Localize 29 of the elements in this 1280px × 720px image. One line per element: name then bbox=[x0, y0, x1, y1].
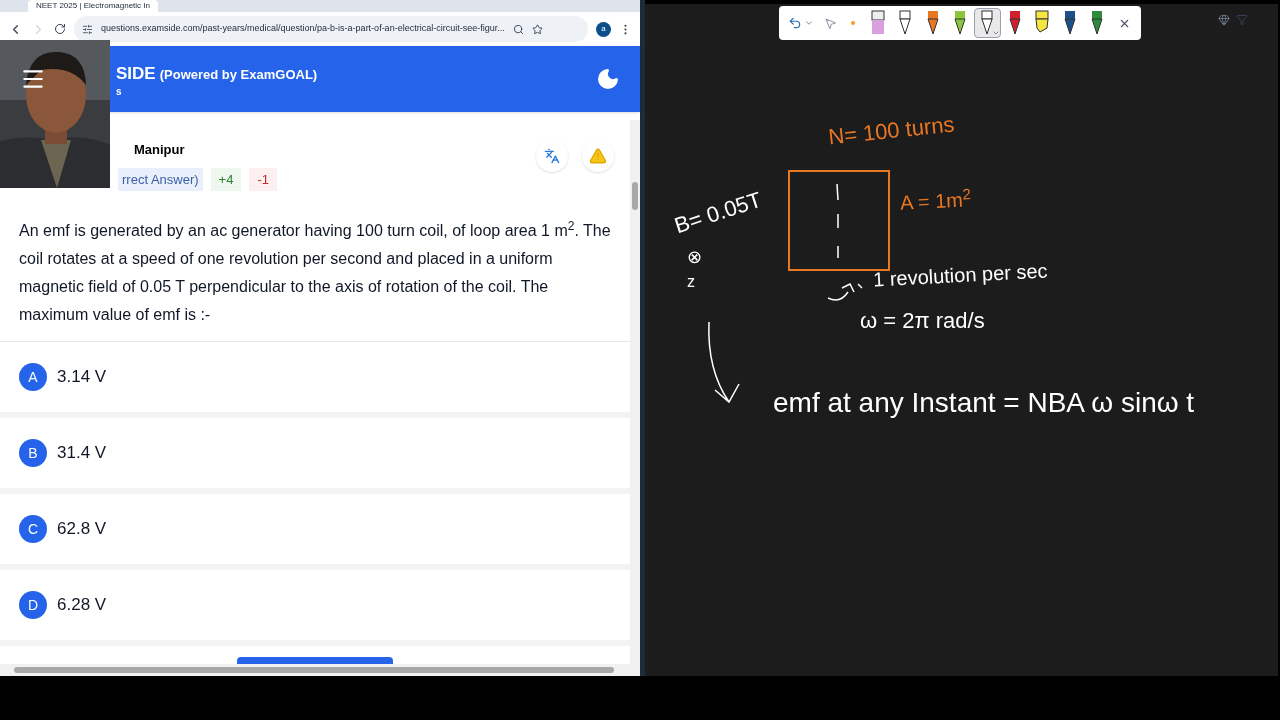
brand-tagline: (Powered by ExamGOAL) bbox=[159, 66, 318, 85]
brand-name: SIDE bbox=[116, 63, 156, 86]
profile-avatar[interactable]: a bbox=[596, 21, 611, 37]
exam-title: Manipur bbox=[134, 141, 186, 159]
option-text: 31.4 V bbox=[57, 442, 107, 465]
handwritten-note: ⊗ bbox=[687, 246, 702, 269]
option-text: 3.14 V bbox=[57, 366, 107, 389]
handwritten-note: z bbox=[687, 272, 695, 292]
handwritten-note: 1 revolution per sec bbox=[872, 258, 1049, 293]
negative-marks-tag: -1 bbox=[249, 167, 277, 191]
option-text: 62.8 V bbox=[57, 518, 107, 541]
option-letter: C bbox=[19, 515, 47, 543]
browser-tab[interactable]: NEET 2025 | Electromagnetic In bbox=[28, 0, 158, 12]
option-letter: A bbox=[19, 363, 47, 391]
address-bar[interactable]: questions.examside.com/past-years/medical/question/pa-b-is-a-part-of-an-electrical-circuit-see-figur... bbox=[74, 16, 588, 42]
answer-type-tag: rrect Answer) bbox=[118, 167, 203, 191]
handwritten-note: N= 100 turns bbox=[826, 110, 956, 152]
handwritten-note: ω = 2π rad/s bbox=[860, 307, 985, 335]
handwritten-note: B= 0.05T bbox=[670, 185, 766, 241]
brand-subtitle: s bbox=[116, 86, 123, 97]
option-text: 6.28 V bbox=[57, 594, 107, 617]
handwritten-note: A = 1m$^{2}$ bbox=[899, 184, 972, 216]
option-letter: D bbox=[19, 591, 47, 619]
whiteboard-canvas[interactable]: N= 100 turns A = 1m$^{2}$ B= 0.05T ⊗ z 1 revolution per sec ω = 2π rad/s emf at any Instant = NBA ω sinω t bbox=[645, 4, 1278, 676]
tab-title: NEET 2025 | Electromagnetic In bbox=[36, 1, 150, 11]
url-text: questions.examside.com/past-years/medical/question/pa-b-is-a-part-of-an-electrical-circuit-see-figur... bbox=[101, 22, 505, 36]
positive-marks-tag: +4 bbox=[210, 167, 242, 191]
handwritten-note: emf at any Instant = NBA ω sinω t bbox=[773, 386, 1195, 420]
option-letter: B bbox=[19, 439, 47, 467]
